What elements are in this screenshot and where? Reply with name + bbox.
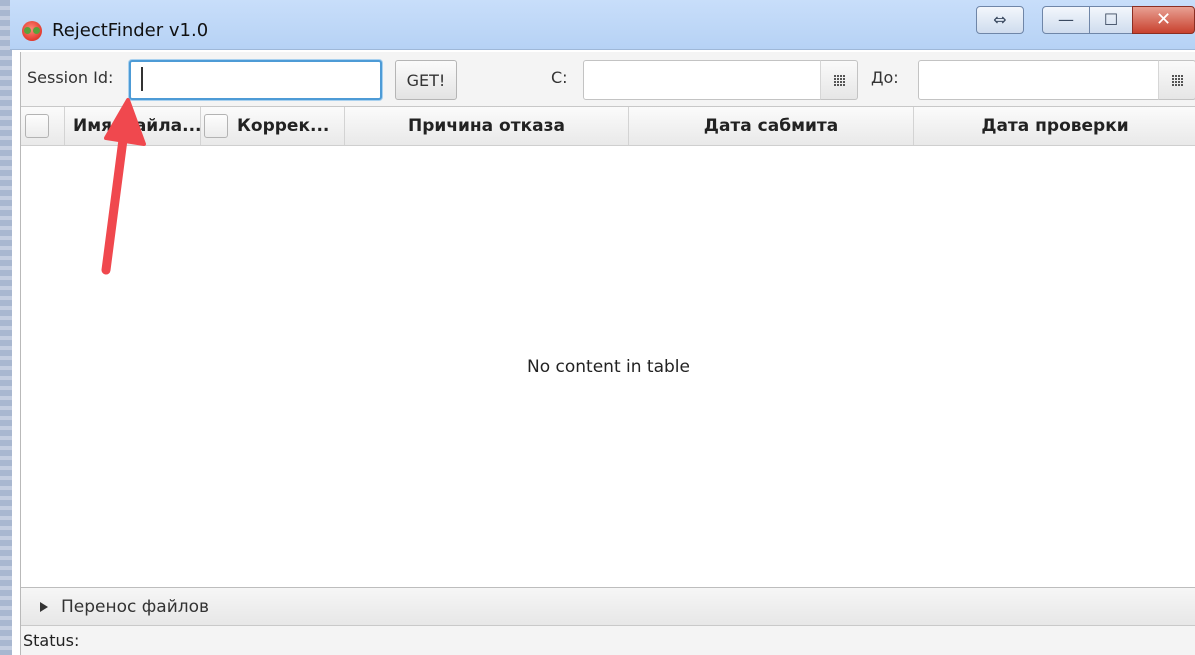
snap-button[interactable]: ⇔ [976,6,1024,34]
get-button[interactable]: GET! [395,60,457,100]
client-area: Session Id: GET! С: До: Имя файла... Кор… [20,52,1195,655]
annotation-arrow-icon [101,98,146,275]
session-id-label: Session Id: [27,68,114,87]
table-header: Имя файла... Коррек... Причина отказа Да… [21,107,1195,146]
application-window: RejectFinder v1.0 ⇔ — ☐ ✕ Session Id: GE… [0,0,1195,655]
table-placeholder: No content in table [527,357,690,377]
from-date-input[interactable] [583,60,850,100]
to-date-label: До: [871,68,899,87]
close-button[interactable]: ✕ [1132,6,1195,34]
minimize-button[interactable]: — [1042,6,1090,34]
calendar-icon [1172,75,1184,86]
from-date-picker-button[interactable] [820,60,858,100]
to-date-input[interactable] [918,60,1161,100]
calendar-icon [834,75,846,86]
title-bar[interactable]: RejectFinder v1.0 ⇔ — ☐ ✕ [10,0,1195,50]
to-date-picker-button[interactable] [1158,60,1195,100]
column-header-select[interactable] [21,107,65,145]
results-table[interactable]: Имя файла... Коррек... Причина отказа Да… [21,106,1195,587]
select-all-checkbox[interactable] [25,114,49,138]
column-header-correction-label: Коррек... [237,116,330,136]
session-id-input[interactable] [129,60,382,100]
correction-header-checkbox[interactable] [204,114,228,138]
maximize-button[interactable]: ☐ [1089,6,1133,34]
file-transfer-pane-header[interactable]: Перенос файлов [21,587,1195,626]
text-caret [141,67,143,91]
from-date-label: С: [551,68,568,87]
status-bar: Status: [21,626,1195,655]
column-header-check-date[interactable]: Дата проверки [914,107,1195,145]
expand-triangle-icon [40,602,48,612]
column-header-submit-date[interactable]: Дата сабмита [629,107,914,145]
filter-toolbar: Session Id: GET! С: До: [21,52,1195,106]
column-header-reason[interactable]: Причина отказа [345,107,629,145]
window-title: RejectFinder v1.0 [52,20,209,41]
app-logo-icon [22,21,42,41]
status-label: Status: [23,631,80,650]
background-window-edge [0,0,12,655]
file-transfer-pane-title: Перенос файлов [61,597,210,617]
